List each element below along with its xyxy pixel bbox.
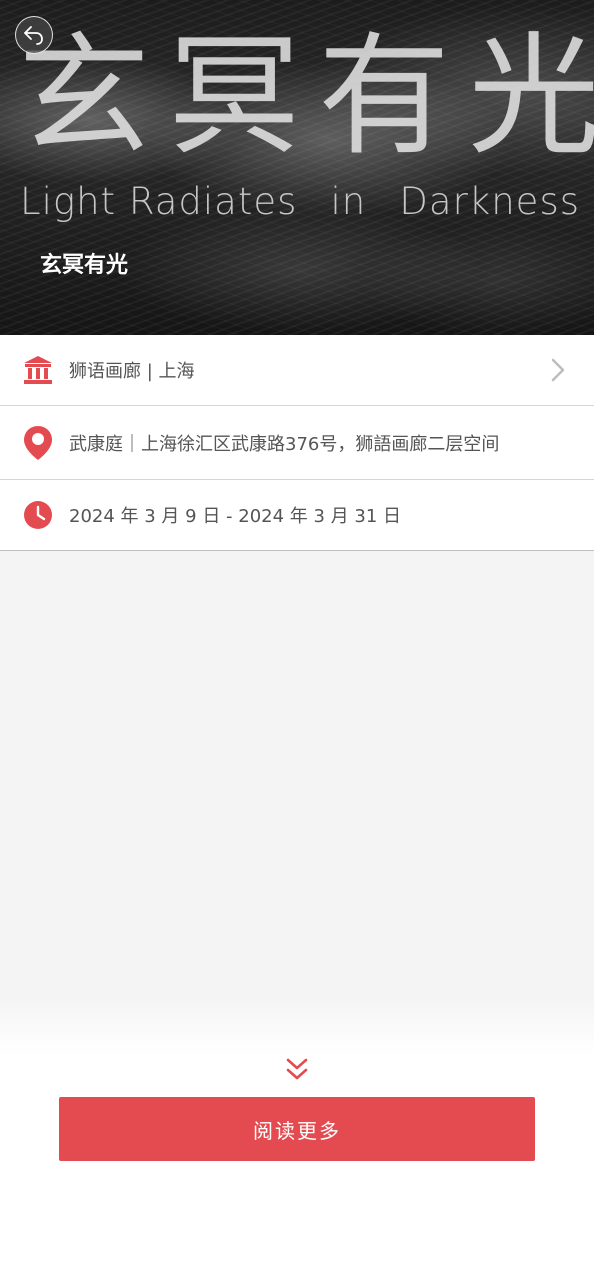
museum-icon: [22, 352, 54, 388]
address-text: 武康庭｜上海徐汇区武康路376号，狮語画廊二层空间: [69, 433, 500, 455]
hero-sub-title: Light Radiates in Darkness: [20, 178, 580, 226]
date-row: 2024 年 3 月 9 日 - 2024 年 3 月 31 日: [0, 480, 594, 551]
hero-banner: 玄冥有光 Light Radiates in Darkness 玄冥有光: [0, 0, 594, 335]
venue-row[interactable]: 狮语画廊 | 上海: [0, 335, 594, 406]
hero-big-title: 玄冥有光: [18, 20, 594, 174]
hero-sub-title-word: Light Radiates: [20, 180, 298, 223]
clock-icon: [22, 497, 54, 533]
double-chevron-down-icon[interactable]: [284, 1056, 310, 1084]
read-more-button[interactable]: 阅读更多: [59, 1097, 535, 1161]
back-arrow-icon: [24, 26, 43, 45]
chevron-right-icon: [550, 357, 566, 383]
location-pin-icon: [22, 425, 54, 461]
exhibition-info: 狮语画廊 | 上海 武康庭｜上海徐汇区武康路376号，狮語画廊二层空间 2024…: [0, 335, 594, 551]
address-row: 武康庭｜上海徐汇区武康路376号，狮語画廊二层空间: [0, 406, 594, 480]
hero-sub-title-word: Darkness: [399, 180, 580, 223]
back-button[interactable]: [15, 16, 53, 54]
description-content-area: [0, 551, 594, 1056]
date-text: 2024 年 3 月 9 日 - 2024 年 3 月 31 日: [69, 506, 402, 527]
venue-text: 狮语画廊 | 上海: [69, 361, 195, 382]
exhibition-detail-page: 玄冥有光 Light Radiates in Darkness 玄冥有光 狮语画…: [0, 0, 594, 1280]
exhibition-title: 玄冥有光: [40, 253, 129, 278]
hero-sub-title-word: in: [330, 180, 367, 223]
